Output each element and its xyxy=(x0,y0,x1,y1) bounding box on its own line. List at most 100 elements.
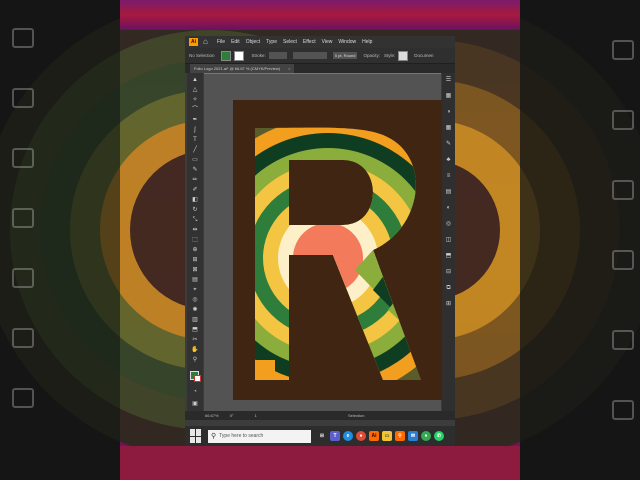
windows-logo-icon xyxy=(190,429,195,436)
menu-bar: Ai ⌂ File Edit Object Type Select Effect… xyxy=(185,36,455,48)
artboards-panel-icon[interactable]: ⬒ xyxy=(445,253,452,259)
line-tool-icon[interactable]: ╱ xyxy=(190,147,200,153)
menu-object[interactable]: Object xyxy=(246,39,260,45)
ghost-icon xyxy=(12,268,34,288)
eyedropper-tool-icon[interactable]: ⌖ xyxy=(190,287,200,293)
file-explorer-icon[interactable]: ▭ xyxy=(382,431,392,441)
home-icon[interactable]: ⌂ xyxy=(203,38,211,46)
zoom-tool-icon[interactable]: ⚲ xyxy=(190,357,200,363)
align-panel-icon[interactable]: ⊟ xyxy=(445,269,452,275)
paintbrush-tool-icon[interactable]: ✎ xyxy=(190,167,200,173)
direct-selection-tool-icon[interactable]: △ xyxy=(190,87,200,93)
shaper-tool-icon[interactable]: ✐ xyxy=(190,187,200,193)
pathfinder-panel-icon[interactable]: ⧉ xyxy=(445,285,452,291)
libraries-panel-icon[interactable]: ▦ xyxy=(445,93,452,99)
rotation-value[interactable]: 0° xyxy=(230,413,234,418)
rotate-tool-icon[interactable]: ↻ xyxy=(190,207,200,213)
stroke-swatch[interactable] xyxy=(233,50,244,61)
symbol-sprayer-tool-icon[interactable]: ✺ xyxy=(190,307,200,313)
selection-tool-icon[interactable]: ▲ xyxy=(190,77,200,83)
menu-type[interactable]: Type xyxy=(266,39,277,45)
curvature-tool-icon[interactable]: ∫ xyxy=(190,127,200,133)
search-icon: ⚲ xyxy=(211,433,217,440)
chrome-icon[interactable]: ● xyxy=(356,431,366,441)
symbols-panel-icon[interactable]: ♣ xyxy=(445,157,452,163)
menu-view[interactable]: View xyxy=(322,39,333,45)
stroke-weight-field[interactable] xyxy=(268,52,287,59)
style-label: Style: xyxy=(383,53,396,58)
hand-tool-icon[interactable]: ✋ xyxy=(190,347,200,353)
stroke-color-swatch[interactable] xyxy=(194,375,201,382)
zoom-level[interactable]: 66.67% xyxy=(205,413,219,418)
fill-swatch[interactable] xyxy=(220,50,231,61)
artboard[interactable] xyxy=(233,100,445,400)
transform-panel-icon[interactable]: ⊞ xyxy=(445,301,452,307)
ghost-icon xyxy=(612,40,634,60)
edge-icon[interactable]: e xyxy=(343,431,353,441)
document-tab-bar: Folio Logo 2021.ai* @ 66.67 % (CMYK/Prev… xyxy=(185,64,455,73)
menu-file[interactable]: File xyxy=(217,39,225,45)
appearance-panel-icon[interactable]: ◎ xyxy=(445,221,452,227)
column-graph-tool-icon[interactable]: ▥ xyxy=(190,317,200,323)
magic-wand-tool-icon[interactable]: ✧ xyxy=(190,97,200,103)
whatsapp-icon[interactable]: ✆ xyxy=(434,431,444,441)
task-view-icon[interactable]: ⊞ xyxy=(317,431,327,441)
ghost-icon xyxy=(612,250,634,270)
ghost-icon xyxy=(12,148,34,168)
rectangle-tool-icon[interactable]: ▭ xyxy=(190,157,200,163)
gradient-panel-icon[interactable]: ▤ xyxy=(445,189,452,195)
blend-tool-icon[interactable]: ◎ xyxy=(190,297,200,303)
close-tab-icon[interactable]: × xyxy=(288,66,290,71)
layers-panel-icon[interactable]: ◫ xyxy=(445,237,452,243)
lasso-tool-icon[interactable]: ⌒ xyxy=(190,107,200,113)
free-transform-tool-icon[interactable]: ⬚ xyxy=(190,237,200,243)
brushes-panel-icon[interactable]: ✎ xyxy=(445,141,452,147)
canvas-area[interactable] xyxy=(204,73,445,411)
ruler-guide xyxy=(204,73,441,74)
width-tool-icon[interactable]: ⇹ xyxy=(190,227,200,233)
illustrator-window: Ai ⌂ File Edit Object Type Select Effect… xyxy=(185,36,455,426)
brush-definition-field[interactable]: 5 pt. Round xyxy=(332,52,358,59)
pencil-tool-icon[interactable]: ✏ xyxy=(190,177,200,183)
menu-edit[interactable]: Edit xyxy=(231,39,240,45)
ghost-icon xyxy=(612,400,634,420)
teams-icon[interactable]: T xyxy=(330,431,340,441)
document-setup-label[interactable]: Documen xyxy=(414,53,433,58)
chrome-2-icon[interactable]: ● xyxy=(421,431,431,441)
eraser-tool-icon[interactable]: ◧ xyxy=(190,197,200,203)
screen-mode-icon[interactable]: ▣ xyxy=(190,401,200,407)
scale-tool-icon[interactable]: ⤡ xyxy=(190,217,200,223)
menu-effect[interactable]: Effect xyxy=(303,39,316,45)
gradient-tool-icon[interactable]: ▤ xyxy=(190,277,200,283)
type-tool-icon[interactable]: T xyxy=(190,137,200,143)
style-swatch[interactable] xyxy=(398,50,409,61)
slice-tool-icon[interactable]: ✂ xyxy=(190,337,200,343)
page-number[interactable]: 1 xyxy=(255,413,257,418)
taskbar-search-box[interactable]: ⚲ Type here to search xyxy=(208,429,311,443)
variable-width-field[interactable] xyxy=(292,52,327,59)
control-bar: No Selection Stroke: 5 pt. Round Opacity… xyxy=(185,48,455,64)
transparency-panel-icon[interactable]: ◐ xyxy=(445,205,452,211)
menu-help[interactable]: Help xyxy=(362,39,372,45)
mail-icon[interactable]: ✉ xyxy=(408,431,418,441)
swatches-panel-icon[interactable]: ▦ xyxy=(445,125,452,131)
app-search-icon[interactable]: ⚲ xyxy=(395,431,405,441)
start-button[interactable] xyxy=(190,429,204,443)
ghost-icon xyxy=(12,88,34,108)
letter-r-artwork[interactable] xyxy=(233,100,445,400)
ghost-icon xyxy=(612,330,634,350)
mesh-tool-icon[interactable]: ⊠ xyxy=(190,267,200,273)
color-panel-icon[interactable]: ◑ xyxy=(445,109,452,115)
document-tab-title: Folio Logo 2021.ai* @ 66.67 % (CMYK/Prev… xyxy=(194,66,281,71)
menu-select[interactable]: Select xyxy=(283,39,297,45)
menu-window[interactable]: Window xyxy=(338,39,356,45)
illustrator-icon[interactable]: Ai xyxy=(369,431,379,441)
properties-panel-icon[interactable]: ☰ xyxy=(445,77,452,83)
artboard-tool-icon[interactable]: ⬒ xyxy=(190,327,200,333)
pen-tool-icon[interactable]: ✒ xyxy=(190,117,200,123)
document-tab[interactable]: Folio Logo 2021.ai* @ 66.67 % (CMYK/Prev… xyxy=(190,64,295,73)
shape-builder-tool-icon[interactable]: ⊕ xyxy=(190,247,200,253)
perspective-grid-tool-icon[interactable]: ⊞ xyxy=(190,257,200,263)
stroke-panel-icon[interactable]: ≡ xyxy=(445,173,452,179)
drawing-mode-icon[interactable]: ◔ xyxy=(190,389,200,395)
